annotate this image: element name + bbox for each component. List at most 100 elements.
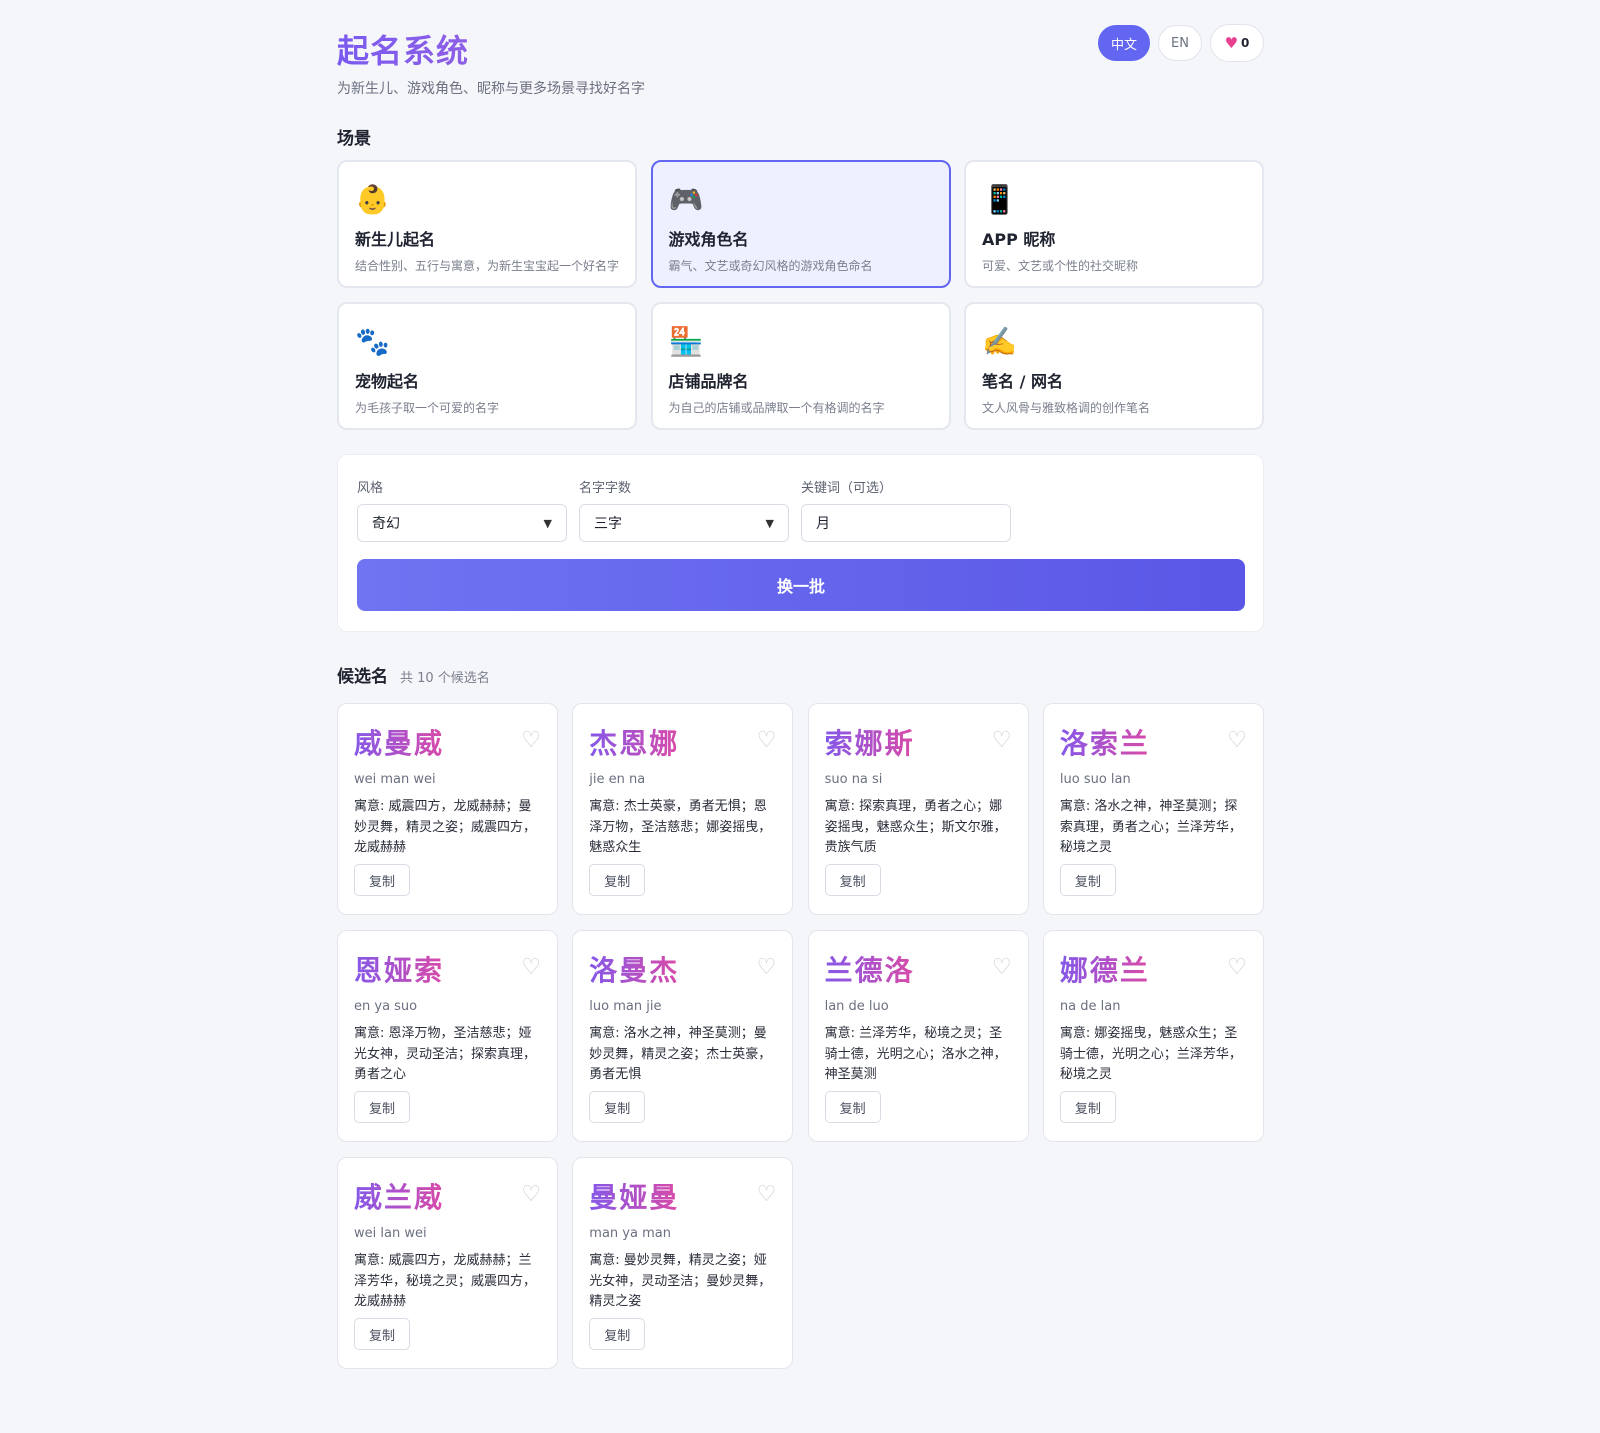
favorite-heart-icon[interactable]: ♡ [521, 728, 541, 753]
favorites-button[interactable]: ♥ 0 [1210, 24, 1264, 62]
scene-card-game[interactable]: 🎮 游戏角色名 霸气、文艺或奇幻风格的游戏角色命名 [650, 160, 951, 288]
favorite-heart-icon[interactable]: ♡ [757, 1182, 777, 1207]
generate-button[interactable]: 换一批 [357, 559, 1245, 611]
favorites-count: 0 [1241, 36, 1250, 50]
scene-desc: 结合性别、五行与寓意，为新生宝宝起一个好名字 [355, 259, 620, 273]
keyword-input-value: 月 [816, 516, 830, 532]
copy-button[interactable]: 复制 [1059, 864, 1116, 896]
candidate-name: 索娜斯 [825, 722, 915, 762]
style-field: 风格 奇幻 ▼ [357, 477, 567, 542]
candidates-grid: 威曼威 ♡ wei man wei 寓意: 威震四方，龙威赫赫；曼妙灵舞，精灵之… [337, 703, 1264, 1369]
style-select[interactable]: 奇幻 ▼ [357, 504, 567, 542]
lang-zh-button[interactable]: 中文 [1097, 25, 1150, 61]
name-card: 威曼威 ♡ wei man wei 寓意: 威震四方，龙威赫赫；曼妙灵舞，精灵之… [337, 703, 558, 915]
copy-button[interactable]: 复制 [589, 1318, 646, 1350]
favorite-heart-icon[interactable]: ♡ [757, 728, 777, 753]
candidate-meaning: 寓意: 探索真理，勇者之心；娜姿摇曳，魅惑众生；斯文尔雅，贵族气质 [824, 799, 1007, 855]
page-header: 起名系统 为新生儿、游戏角色、昵称与更多场景寻找好名字 中文 EN ♥ 0 [337, 0, 1264, 112]
scene-name: 店铺品牌名 [668, 372, 749, 391]
name-card: 洛索兰 ♡ luo suo lan 寓意: 洛水之神，神圣莫测；探索真理，勇者之… [1042, 703, 1264, 915]
copy-button[interactable]: 复制 [824, 1091, 881, 1123]
candidate-pinyin: lan de luo [824, 999, 889, 1014]
copy-button[interactable]: 复制 [824, 864, 881, 896]
name-card: 索娜斯 ♡ suo na si 寓意: 探索真理，勇者之心；娜姿摇曳，魅惑众生；… [807, 703, 1029, 915]
scene-card-app-nickname[interactable]: 📱 APP 昵称 可爱、文艺或个性的社交昵称 [964, 160, 1264, 288]
candidate-pinyin: suo na si [824, 772, 883, 787]
scene-section-title: 场景 [337, 129, 371, 149]
store-icon: 🏪 [668, 325, 704, 358]
name-card: 洛曼杰 ♡ luo man jie 寓意: 洛水之神，神圣莫测；曼妙灵舞，精灵之… [572, 930, 794, 1142]
candidate-meaning: 寓意: 曼妙灵舞，精灵之姿；娅光女神，灵动圣洁；曼妙灵舞，精灵之姿 [589, 1253, 772, 1309]
length-label: 名字字数 [579, 481, 632, 496]
scene-desc: 可爱、文艺或个性的社交昵称 [982, 259, 1139, 273]
candidates-count: 共 10 个候选名 [400, 671, 490, 686]
candidate-name: 兰德洛 [825, 949, 915, 989]
candidate-pinyin: luo suo lan [1059, 772, 1131, 787]
chevron-down-icon: ▼ [543, 516, 552, 530]
candidate-meaning: 寓意: 娜姿摇曳，魅惑众生；圣骑士德，光明之心；兰泽芳华，秘境之灵 [1059, 1026, 1242, 1082]
favorite-heart-icon[interactable]: ♡ [992, 728, 1012, 753]
name-card: 娜德兰 ♡ na de lan 寓意: 娜姿摇曳，魅惑众生；圣骑士德，光明之心；… [1042, 930, 1264, 1142]
candidate-name: 娜德兰 [1060, 949, 1150, 989]
candidate-name: 恩娅索 [354, 949, 444, 989]
scene-card-pen-name[interactable]: ✍️ 笔名 / 网名 文人风骨与雅致格调的创作笔名 [964, 302, 1264, 430]
options-panel: 风格 奇幻 ▼ 名字字数 三字 ▼ 关键词（可选） 月 换一批 [337, 454, 1264, 632]
baby-icon: 👶 [355, 183, 390, 216]
candidate-meaning: 寓意: 洛水之神，神圣莫测；曼妙灵舞，精灵之姿；杰士英豪，勇者无惧 [589, 1026, 772, 1082]
copy-button[interactable]: 复制 [354, 1318, 410, 1350]
favorite-heart-icon[interactable]: ♡ [521, 955, 541, 980]
candidate-meaning: 寓意: 兰泽芳华，秘境之灵；圣骑士德，光明之心；洛水之神，神圣莫测 [824, 1026, 1007, 1082]
candidate-pinyin: wei lan wei [354, 1226, 427, 1241]
favorite-heart-icon[interactable]: ♡ [1227, 728, 1247, 753]
name-card: 兰德洛 ♡ lan de luo 寓意: 兰泽芳华，秘境之灵；圣骑士德，光明之心… [807, 930, 1029, 1142]
favorite-heart-icon[interactable]: ♡ [757, 955, 777, 980]
keyword-input[interactable]: 月 [801, 504, 1011, 542]
copy-button[interactable]: 复制 [589, 1091, 646, 1123]
scene-desc: 为毛孩子取一个可爱的名字 [355, 401, 500, 415]
mobile-phone-icon: 📱 [982, 183, 1017, 216]
paw-prints-icon: 🐾 [355, 325, 390, 358]
scene-desc: 霸气、文艺或奇幻风格的游戏角色命名 [668, 259, 873, 273]
scene-card-pet[interactable]: 🐾 宠物起名 为毛孩子取一个可爱的名字 [337, 302, 637, 430]
candidate-pinyin: na de lan [1059, 999, 1121, 1014]
length-select-value: 三字 [594, 516, 622, 532]
scene-name: 新生儿起名 [355, 230, 436, 249]
scene-grid: 👶 新生儿起名 结合性别、五行与寓意，为新生宝宝起一个好名字 🎮 游戏角色名 霸… [337, 160, 1264, 430]
writing-hand-icon: ✍️ [982, 325, 1017, 358]
copy-button[interactable]: 复制 [1059, 1091, 1116, 1123]
copy-button[interactable]: 复制 [354, 864, 410, 896]
name-card: 威兰威 ♡ wei lan wei 寓意: 威震四方，龙威赫赫；兰泽芳华，秘境之… [337, 1157, 558, 1369]
favorite-heart-icon[interactable]: ♡ [521, 1182, 541, 1207]
length-field: 名字字数 三字 ▼ [579, 477, 789, 542]
copy-button[interactable]: 复制 [589, 864, 646, 896]
game-controller-icon: 🎮 [668, 183, 704, 216]
favorite-heart-icon[interactable]: ♡ [992, 955, 1012, 980]
candidate-name: 杰恩娜 [589, 722, 679, 762]
top-controls: 中文 EN ♥ 0 [1097, 24, 1264, 62]
candidate-meaning: 寓意: 杰士英豪，勇者无惧；恩泽万物，圣洁慈悲；娜姿摇曳，魅惑众生 [589, 799, 772, 855]
heart-icon: ♥ [1224, 34, 1239, 52]
scene-card-newborn[interactable]: 👶 新生儿起名 结合性别、五行与寓意，为新生宝宝起一个好名字 [337, 160, 637, 288]
name-card: 杰恩娜 ♡ jie en na 寓意: 杰士英豪，勇者无惧；恩泽万物，圣洁慈悲；… [572, 703, 794, 915]
copy-button[interactable]: 复制 [354, 1091, 410, 1123]
keyword-label: 关键词（可选） [801, 481, 893, 496]
scene-name: 游戏角色名 [668, 230, 749, 249]
candidate-pinyin: wei man wei [354, 772, 436, 787]
page-subtitle: 为新生儿、游戏角色、昵称与更多场景寻找好名字 [337, 81, 645, 97]
candidate-meaning: 寓意: 威震四方，龙威赫赫；曼妙灵舞，精灵之姿；威震四方，龙威赫赫 [354, 799, 537, 855]
name-card: 恩娅索 ♡ en ya suo 寓意: 恩泽万物，圣洁慈悲；娅光女神，灵动圣洁；… [337, 930, 558, 1142]
scene-name: APP 昵称 [982, 230, 1056, 249]
candidate-meaning: 寓意: 恩泽万物，圣洁慈悲；娅光女神，灵动圣洁；探索真理，勇者之心 [354, 1026, 537, 1082]
length-select[interactable]: 三字 ▼ [579, 504, 789, 542]
candidate-pinyin: jie en na [589, 772, 646, 787]
chevron-down-icon: ▼ [765, 516, 774, 530]
lang-en-button[interactable]: EN [1158, 25, 1202, 61]
candidate-pinyin: luo man jie [589, 999, 662, 1014]
candidate-meaning: 寓意: 洛水之神，神圣莫测；探索真理，勇者之心；兰泽芳华，秘境之灵 [1059, 799, 1242, 855]
favorite-heart-icon[interactable]: ♡ [1227, 955, 1247, 980]
candidate-pinyin: man ya man [589, 1226, 671, 1241]
scene-card-shop-brand[interactable]: 🏪 店铺品牌名 为自己的店铺或品牌取一个有格调的名字 [650, 302, 951, 430]
style-select-value: 奇幻 [372, 516, 400, 532]
candidate-name: 威兰威 [354, 1176, 444, 1216]
name-card: 曼娅曼 ♡ man ya man 寓意: 曼妙灵舞，精灵之姿；娅光女神，灵动圣洁… [572, 1157, 794, 1369]
